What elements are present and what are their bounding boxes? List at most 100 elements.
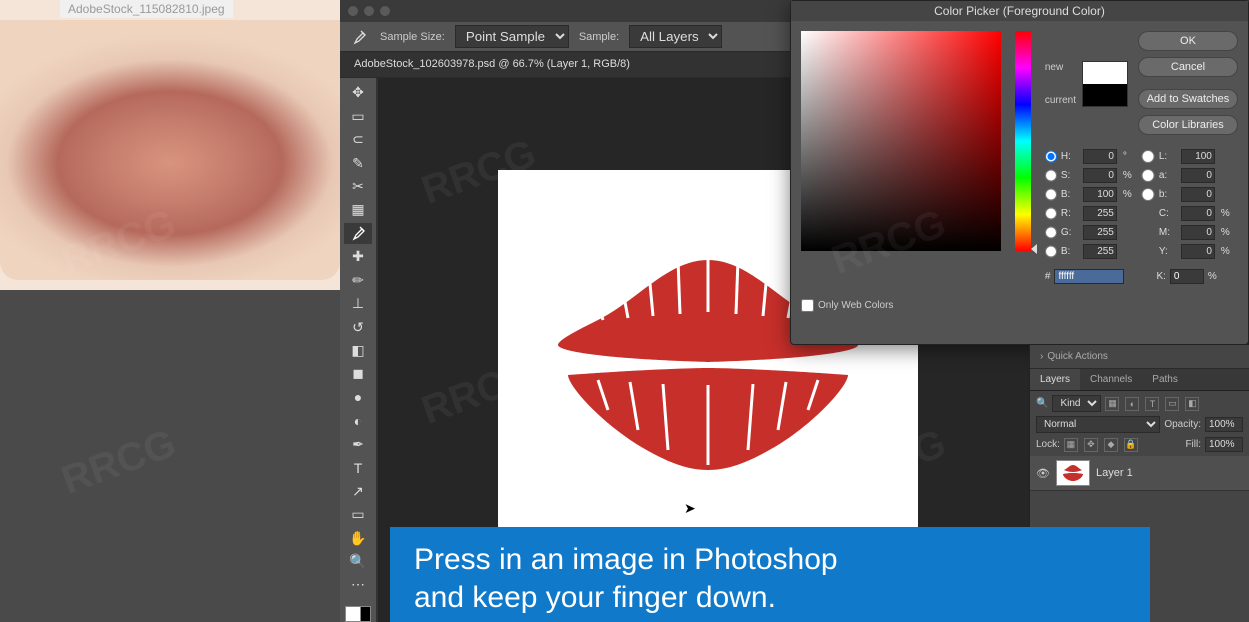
brush-tool-icon[interactable]: ✏ [344, 270, 372, 291]
chevron-right-icon[interactable]: › [1040, 351, 1043, 362]
pen-tool-icon[interactable]: ✒ [344, 434, 372, 455]
tab-channels[interactable]: Channels [1080, 369, 1142, 390]
opacity-label: Opacity: [1164, 419, 1201, 430]
window-controls[interactable] [348, 6, 390, 16]
fill-input[interactable] [1205, 437, 1243, 452]
quickselect-tool-icon[interactable]: ✎ [344, 152, 372, 173]
filter-kind-select[interactable]: Kind [1052, 395, 1101, 412]
k-input[interactable] [1170, 269, 1204, 284]
zoom-tool-icon[interactable]: 🔍 [344, 551, 372, 572]
filter-shape-icon[interactable]: ▭ [1165, 397, 1179, 411]
instruction-line2: and keep your finger down. [414, 579, 1126, 617]
b-input[interactable] [1083, 244, 1117, 259]
close-dot[interactable] [348, 6, 358, 16]
current-label: current [1045, 95, 1076, 106]
left-dark-area [0, 290, 340, 622]
web-colors-checkbox[interactable] [801, 299, 814, 312]
lock-artboard-icon[interactable]: ◆ [1104, 438, 1118, 452]
r-input[interactable] [1083, 206, 1117, 221]
l-radio[interactable] [1141, 150, 1155, 163]
s-input[interactable] [1083, 168, 1117, 183]
saturation-box[interactable] [801, 31, 1001, 251]
layer-name[interactable]: Layer 1 [1096, 467, 1133, 479]
s-radio[interactable] [1045, 169, 1057, 182]
filter-smart-icon[interactable]: ◧ [1185, 397, 1199, 411]
bv-input[interactable] [1083, 187, 1117, 202]
y-input[interactable] [1181, 244, 1215, 259]
tab-layers[interactable]: Layers [1030, 369, 1080, 390]
sample-label: Sample: [579, 31, 619, 43]
filter-pixel-icon[interactable]: ▦ [1105, 397, 1119, 411]
minimize-dot[interactable] [364, 6, 374, 16]
lock-pixels-icon[interactable]: ▦ [1064, 438, 1078, 452]
instruction-overlay: Press in an image in Photoshop and keep … [390, 527, 1150, 622]
add-swatches-button[interactable]: Add to Swatches [1138, 89, 1238, 109]
history-brush-tool-icon[interactable]: ↺ [344, 316, 372, 337]
c-input[interactable] [1181, 206, 1215, 221]
new-label: new [1045, 62, 1076, 73]
lock-all-icon[interactable]: 🔒 [1124, 438, 1138, 452]
marquee-tool-icon[interactable]: ▭ [344, 105, 372, 126]
type-tool-icon[interactable]: T [344, 457, 372, 478]
color-libraries-button[interactable]: Color Libraries [1138, 115, 1238, 135]
shape-tool-icon[interactable]: ▭ [344, 504, 372, 525]
cancel-button[interactable]: Cancel [1138, 57, 1238, 77]
h-input[interactable] [1083, 149, 1117, 164]
bv-radio[interactable] [1045, 188, 1057, 201]
bl-input[interactable] [1181, 187, 1215, 202]
hand-tool-icon[interactable]: ✋ [344, 527, 372, 548]
stamp-tool-icon[interactable]: ⊥ [344, 293, 372, 314]
r-radio[interactable] [1045, 207, 1057, 220]
layer-thumbnail[interactable] [1056, 460, 1090, 486]
g-radio[interactable] [1045, 226, 1057, 239]
lock-position-icon[interactable]: ✥ [1084, 438, 1098, 452]
hue-slider-thumb[interactable] [1031, 244, 1037, 254]
sample-size-label: Sample Size: [380, 31, 445, 43]
b-radio[interactable] [1045, 245, 1057, 258]
visibility-eye-icon[interactable]: 👁 [1036, 467, 1050, 480]
quick-actions-label[interactable]: Quick Actions [1047, 351, 1108, 362]
current-color-swatch [1083, 84, 1127, 106]
filter-type-icon[interactable]: T [1145, 397, 1159, 411]
m-input[interactable] [1181, 225, 1215, 240]
healing-tool-icon[interactable]: ✚ [344, 246, 372, 267]
frame-tool-icon[interactable]: ▦ [344, 199, 372, 220]
color-values-grid: H:° L: S:% a: B:% b: R: C:% G: M:% B: Y:… [1045, 149, 1238, 259]
sample-select[interactable]: All Layers [629, 25, 722, 48]
bl-radio[interactable] [1141, 188, 1155, 201]
a-radio[interactable] [1141, 169, 1155, 182]
sample-size-select[interactable]: Point Sample [455, 25, 569, 48]
zoom-dot[interactable] [380, 6, 390, 16]
layer-row[interactable]: 👁 Layer 1 [1030, 456, 1249, 491]
instruction-line1: Press in an image in Photoshop [414, 541, 1126, 579]
tools-panel: ✥ ▭ ⊂ ✎ ✂ ▦ ✚ ✏ ⊥ ↺ ◧ ◼ ● ◐ ✒ T ↗ ▭ ✋ 🔍 … [340, 78, 376, 622]
crop-tool-icon[interactable]: ✂ [344, 176, 372, 197]
tool-preset-icon[interactable] [348, 26, 370, 48]
path-tool-icon[interactable]: ↗ [344, 480, 372, 501]
blur-tool-icon[interactable]: ● [344, 387, 372, 408]
blend-mode-select[interactable]: Normal [1036, 416, 1160, 433]
filter-adjust-icon[interactable]: ◐ [1125, 397, 1139, 411]
a-input[interactable] [1181, 168, 1215, 183]
reference-tab: AdobeStock_115082810.jpeg [60, 0, 233, 18]
foreground-swatch[interactable] [345, 606, 361, 622]
move-tool-icon[interactable]: ✥ [344, 82, 372, 103]
g-input[interactable] [1083, 225, 1117, 240]
fill-label: Fill: [1185, 439, 1201, 450]
ok-button[interactable]: OK [1138, 31, 1238, 51]
tab-paths[interactable]: Paths [1142, 369, 1188, 390]
lock-label: Lock: [1036, 439, 1060, 450]
eraser-tool-icon[interactable]: ◧ [344, 340, 372, 361]
hex-input[interactable] [1054, 269, 1124, 284]
color-swatch[interactable] [345, 606, 371, 622]
lasso-tool-icon[interactable]: ⊂ [344, 129, 372, 150]
dodge-tool-icon[interactable]: ◐ [344, 410, 372, 431]
opacity-input[interactable] [1205, 417, 1243, 432]
hue-slider[interactable] [1015, 31, 1031, 251]
gradient-tool-icon[interactable]: ◼ [344, 363, 372, 384]
eyedropper-tool-icon[interactable] [344, 223, 372, 244]
h-radio[interactable] [1045, 150, 1057, 163]
color-picker-dialog: Color Picker (Foreground Color) new curr… [790, 0, 1249, 345]
l-input[interactable] [1181, 149, 1215, 164]
more-tools-icon[interactable]: ⋯ [344, 574, 372, 595]
